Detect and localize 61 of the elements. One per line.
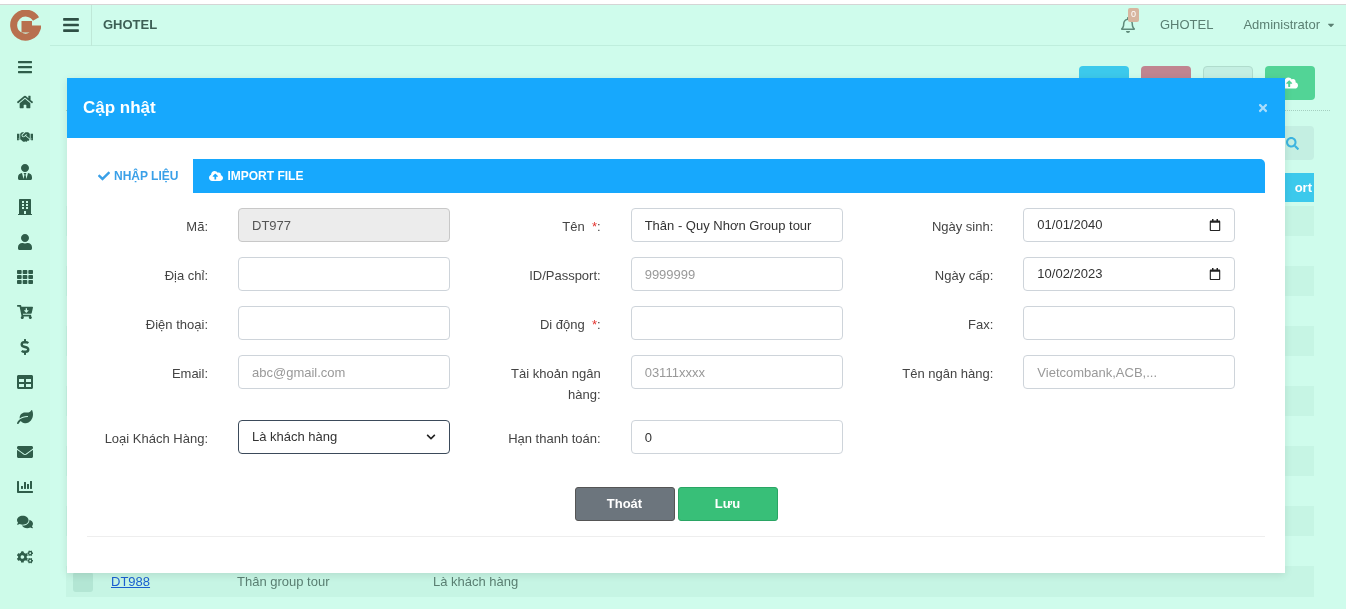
cloud-upload-icon xyxy=(209,169,224,183)
text-field[interactable] xyxy=(238,257,450,291)
code-link[interactable]: DT988 xyxy=(111,571,237,592)
field-label: Fax: xyxy=(968,317,994,332)
menu-icon[interactable] xyxy=(17,59,33,75)
text-field[interactable]: 9999999 xyxy=(630,257,843,291)
field-label: ID/Passport: xyxy=(529,268,601,283)
check-icon xyxy=(98,170,110,182)
tab[interactable]: NHẬP LIỆU xyxy=(87,159,194,193)
text-field[interactable]: 0 xyxy=(630,420,843,454)
field-label: Địa chỉ: xyxy=(164,268,208,283)
chevron-down-icon xyxy=(426,432,436,442)
date-field[interactable]: 10/02/2023 xyxy=(1023,257,1236,291)
field-label: Di động *: xyxy=(539,317,601,332)
dialog-title: Cập nhật xyxy=(83,97,156,120)
person-tie-icon[interactable] xyxy=(17,164,33,180)
text-field[interactable] xyxy=(1023,306,1236,340)
person-icon[interactable] xyxy=(17,234,33,250)
notification-badge: 0 xyxy=(1127,8,1139,22)
field-label: Tên ngân hàng: xyxy=(902,366,994,381)
brand-name: GHOTEL xyxy=(103,16,158,35)
settings-icon[interactable] xyxy=(17,549,33,565)
bar-chart-icon[interactable] xyxy=(17,479,33,495)
text-field[interactable] xyxy=(630,306,843,340)
field-label: Email: xyxy=(171,366,208,381)
grid-icon[interactable] xyxy=(17,269,33,285)
field-label: Ngày cấp: xyxy=(934,268,994,283)
calendar-icon xyxy=(1209,219,1222,231)
checkbox[interactable] xyxy=(73,571,93,592)
handshake-icon[interactable] xyxy=(17,129,33,145)
field-label: Tài khoản ngân hàng: xyxy=(511,366,601,402)
date-field[interactable]: 01/01/2040 xyxy=(1023,208,1236,242)
exit-button[interactable]: Thoát xyxy=(574,487,675,521)
user-menu[interactable]: Administrator xyxy=(1243,15,1336,35)
leaf-icon[interactable] xyxy=(17,409,33,425)
text-field[interactable]: Vietcombank,ACB,... xyxy=(1023,355,1236,389)
logo-icon xyxy=(9,10,41,42)
chat-icon[interactable] xyxy=(17,514,33,530)
building-icon[interactable] xyxy=(17,199,33,215)
home-icon[interactable] xyxy=(17,94,33,110)
dropdown-field[interactable]: Là khách hàng xyxy=(238,420,450,454)
field-label: Điện thoại: xyxy=(145,317,208,332)
text-field[interactable]: Thân - Quy Nhơn Group tour xyxy=(630,208,843,242)
envelope-icon[interactable] xyxy=(17,444,33,460)
cart-icon[interactable] xyxy=(17,304,33,320)
hotel-name: GHOTEL xyxy=(1159,16,1214,35)
text-field[interactable]: abc@gmail.com xyxy=(238,355,450,389)
name-cell-text: Thân group tour xyxy=(237,572,331,591)
field-label: Hạn thanh toán: xyxy=(508,431,601,446)
table-icon[interactable] xyxy=(17,374,33,390)
field-label: Tên *: xyxy=(562,219,601,234)
field-label: Mã: xyxy=(186,219,208,234)
field-label: Ngày sinh: xyxy=(931,219,994,234)
text-field[interactable]: 03111xxxx xyxy=(630,355,843,389)
type-cell-text: Là khách hàng xyxy=(433,572,519,591)
menu-icon[interactable] xyxy=(62,16,80,34)
search-icon xyxy=(1286,136,1299,150)
text-field[interactable] xyxy=(238,306,450,340)
calendar-icon xyxy=(1209,268,1222,280)
tab[interactable]: IMPORT FILE xyxy=(193,159,315,193)
field-label: Loại Khách Hàng: xyxy=(104,431,208,446)
